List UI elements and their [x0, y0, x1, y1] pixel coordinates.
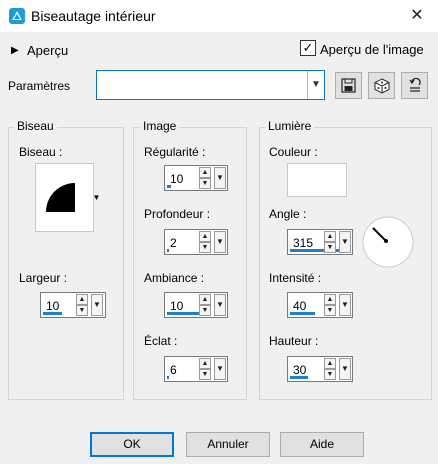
bevel-app-icon	[9, 8, 25, 24]
width-down-arrow-icon[interactable]: ▼	[76, 305, 88, 316]
preview-checkbox[interactable]: ✓	[300, 40, 316, 56]
shininess-down-arrow-icon[interactable]: ▼	[199, 369, 211, 380]
bevel-group-title: Biseau	[14, 119, 57, 133]
angle-dial[interactable]	[361, 215, 415, 269]
width-dropdown-arrow-icon[interactable]: ▼	[91, 294, 103, 316]
angle-down-arrow-icon[interactable]: ▼	[324, 242, 336, 253]
ambience-level-bar	[167, 312, 200, 315]
color-swatch[interactable]	[287, 163, 347, 197]
elevation-level-bar	[290, 376, 308, 379]
presets-dropdown[interactable]	[96, 70, 325, 100]
angle-dropdown-arrow-icon[interactable]: ▼	[339, 231, 351, 253]
window-title: Biseautage intérieur	[31, 8, 156, 24]
save-preset-button[interactable]	[335, 72, 362, 99]
help-button[interactable]: Aide	[280, 432, 364, 457]
bevel-shape-label: Biseau :	[19, 145, 63, 159]
angle-label: Angle :	[269, 207, 307, 221]
ambience-value: 10	[170, 299, 184, 313]
reset-button[interactable]	[401, 72, 428, 99]
depth-label: Profondeur :	[144, 207, 211, 221]
smoothness-spinbox[interactable]: 10 ▲ ▼ ▼	[164, 165, 228, 191]
save-icon	[341, 78, 356, 93]
ok-button[interactable]: OK	[90, 432, 174, 457]
angle-spinbox[interactable]: 315 ▲ ▼ ▼	[287, 229, 353, 255]
smoothness-up-arrow-icon[interactable]: ▲	[199, 167, 211, 178]
smoothness-dropdown-arrow-icon[interactable]: ▼	[214, 167, 226, 189]
smoothness-label: Régularité :	[144, 145, 206, 159]
elevation-up-arrow-icon[interactable]: ▲	[324, 358, 336, 369]
intensity-dropdown-arrow-icon[interactable]: ▼	[339, 294, 351, 316]
ambience-up-arrow-icon[interactable]: ▲	[199, 294, 211, 305]
randomize-button[interactable]	[368, 72, 395, 99]
smoothness-down-arrow-icon[interactable]: ▼	[199, 178, 211, 189]
reset-icon	[409, 77, 421, 92]
width-value: 10	[46, 299, 60, 313]
angle-up-arrow-icon[interactable]: ▲	[324, 231, 336, 242]
color-label: Couleur :	[269, 145, 318, 159]
shininess-up-arrow-icon[interactable]: ▲	[199, 358, 211, 369]
preview-checkbox-label[interactable]: Aperçu de l'image	[320, 42, 424, 57]
intensity-down-arrow-icon[interactable]: ▼	[324, 305, 336, 316]
bevel-shape-icon	[46, 183, 75, 212]
shininess-value: 6	[170, 363, 177, 377]
intensity-label: Intensité :	[269, 271, 322, 285]
width-up-arrow-icon[interactable]: ▲	[76, 294, 88, 305]
preview-toggle-label[interactable]: Aperçu	[27, 43, 68, 58]
elevation-dropdown-arrow-icon[interactable]: ▼	[339, 358, 351, 380]
elevation-value: 30	[293, 363, 307, 377]
ambience-spinbox[interactable]: 10 ▲ ▼ ▼	[164, 292, 228, 318]
shininess-spinbox[interactable]: 6 ▲ ▼ ▼	[164, 356, 228, 382]
depth-up-arrow-icon[interactable]: ▲	[199, 231, 211, 242]
light-group-title: Lumière	[265, 119, 315, 133]
chevron-down-icon[interactable]: ▼	[307, 71, 324, 99]
bevel-dropdown-arrow-icon[interactable]: ▼	[90, 163, 103, 232]
intensity-value: 40	[293, 299, 307, 313]
width-level-bar	[43, 312, 62, 315]
image-group-title: Image	[140, 119, 180, 133]
ambience-label: Ambiance :	[144, 271, 205, 285]
depth-value: 2	[170, 236, 177, 250]
elevation-label: Hauteur :	[269, 334, 319, 348]
smoothness-value: 10	[170, 172, 184, 186]
shininess-level-bar	[167, 376, 169, 379]
close-button[interactable]: ✕	[404, 3, 430, 29]
elevation-spinbox[interactable]: 30 ▲ ▼ ▼	[287, 356, 353, 382]
shininess-dropdown-arrow-icon[interactable]: ▼	[214, 358, 226, 380]
angle-value: 315	[293, 236, 314, 250]
elevation-down-arrow-icon[interactable]: ▼	[324, 369, 336, 380]
smoothness-level-bar	[167, 185, 171, 188]
presets-label: Paramètres	[8, 79, 71, 93]
intensity-level-bar	[290, 312, 315, 315]
shininess-label: Éclat :	[144, 334, 178, 348]
bevel-shape-picker[interactable]	[35, 163, 94, 232]
depth-down-arrow-icon[interactable]: ▼	[199, 242, 211, 253]
depth-dropdown-arrow-icon[interactable]: ▼	[214, 231, 226, 253]
intensity-up-arrow-icon[interactable]: ▲	[324, 294, 336, 305]
intensity-spinbox[interactable]: 40 ▲ ▼ ▼	[287, 292, 353, 318]
dice-icon	[374, 78, 389, 94]
expand-arrow-icon[interactable]: ▶	[11, 45, 19, 56]
depth-level-bar	[167, 249, 169, 252]
cancel-button[interactable]: Annuler	[186, 432, 270, 457]
depth-spinbox[interactable]: 2 ▲ ▼ ▼	[164, 229, 228, 255]
ambience-down-arrow-icon[interactable]: ▼	[199, 305, 211, 316]
width-spinbox[interactable]: 10 ▲ ▼ ▼	[40, 292, 106, 318]
ambience-dropdown-arrow-icon[interactable]: ▼	[214, 294, 226, 316]
width-label: Largeur :	[19, 271, 68, 285]
